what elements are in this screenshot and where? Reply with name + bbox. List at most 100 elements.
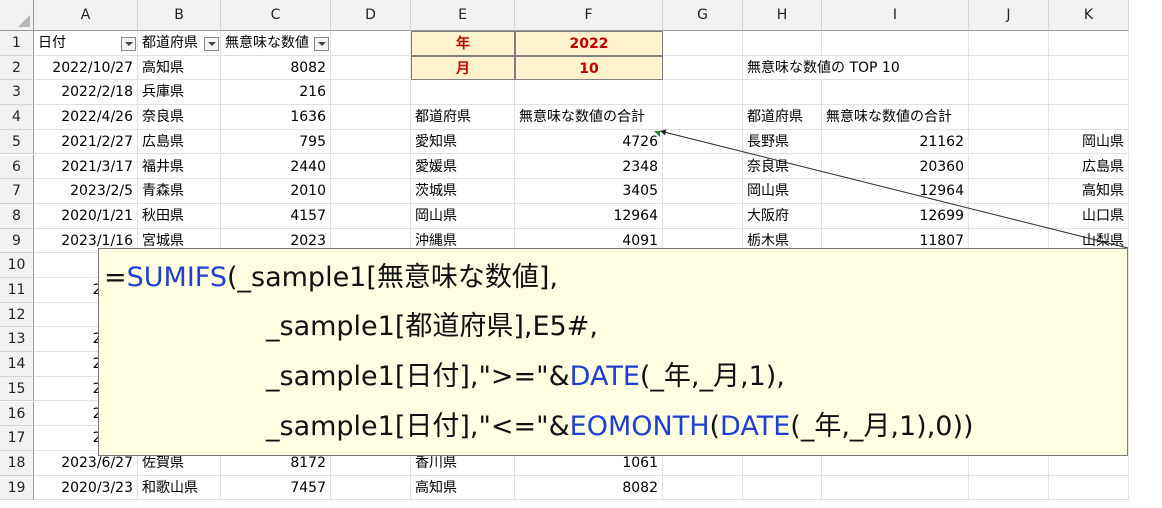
pref-cell[interactable]: 広島県 xyxy=(138,129,221,155)
value-cell[interactable]: 1636 xyxy=(221,105,331,130)
cell-g19[interactable] xyxy=(663,475,743,501)
row-header-9[interactable]: 9 xyxy=(0,228,34,254)
cell-d2[interactable] xyxy=(331,55,411,81)
top-pref-cell[interactable]: 岡山県 xyxy=(743,179,822,204)
top-pref-cell[interactable]: 大阪府 xyxy=(743,203,822,229)
column-header-e[interactable]: E xyxy=(411,0,515,31)
table-header-b1[interactable]: 都道府県 xyxy=(138,31,221,56)
cell-j8[interactable] xyxy=(969,203,1049,229)
table-header-c1[interactable]: 無意味な数値 xyxy=(221,31,331,56)
column-header-j[interactable]: J xyxy=(969,0,1049,31)
column-header-a[interactable]: A xyxy=(34,0,138,31)
sum-total-cell[interactable]: 2348 xyxy=(515,154,663,180)
top-total-cell[interactable]: 12699 xyxy=(822,203,969,229)
year-value[interactable]: 2022 xyxy=(515,31,663,56)
row-header-5[interactable]: 5 xyxy=(0,129,34,155)
year-label[interactable]: 年 xyxy=(411,31,515,56)
top-pref-cell[interactable]: 奈良県 xyxy=(743,154,822,180)
value-cell[interactable]: 4157 xyxy=(221,203,331,229)
value-cell[interactable]: 7457 xyxy=(221,475,331,501)
row-header-6[interactable]: 6 xyxy=(0,154,34,180)
cell-i3[interactable] xyxy=(822,80,969,106)
cell-d1[interactable] xyxy=(331,31,411,56)
table-header-a1[interactable]: 日付 xyxy=(34,31,138,56)
cell-j6[interactable] xyxy=(969,154,1049,180)
cell-i19[interactable] xyxy=(822,475,969,501)
sum-pref-cell[interactable]: 茨城県 xyxy=(411,179,515,204)
sum-total-cell[interactable]: 12964 xyxy=(515,203,663,229)
cell-g5[interactable] xyxy=(663,129,743,155)
value-cell[interactable]: 2440 xyxy=(221,154,331,180)
cell-g1[interactable] xyxy=(663,31,743,56)
cell-h3[interactable] xyxy=(743,80,822,106)
cell-i1[interactable] xyxy=(822,31,969,56)
cell-g2[interactable] xyxy=(663,55,743,81)
cell-d19[interactable] xyxy=(331,475,411,501)
cell-j1[interactable] xyxy=(969,31,1049,56)
row-header-1[interactable]: 1 xyxy=(0,31,34,56)
cell-h1[interactable] xyxy=(743,31,822,56)
row-header-16[interactable]: 16 xyxy=(0,401,34,427)
date-cell[interactable]: 2021/3/17 xyxy=(34,154,138,180)
row-header-19[interactable]: 19 xyxy=(0,475,34,501)
column-header-k[interactable]: K xyxy=(1049,0,1129,31)
pref-cell[interactable]: 奈良県 xyxy=(138,105,221,130)
row-header-10[interactable]: 10 xyxy=(0,253,34,278)
row-header-3[interactable]: 3 xyxy=(0,80,34,106)
cell-g6[interactable] xyxy=(663,154,743,180)
cell-d5[interactable] xyxy=(331,129,411,155)
top-pref-cell[interactable]: 長野県 xyxy=(743,129,822,155)
cell-d8[interactable] xyxy=(331,203,411,229)
top10-header-total[interactable]: 無意味な数値の合計 xyxy=(822,105,969,130)
value-cell[interactable]: 216 xyxy=(221,80,331,106)
summary-header-pref[interactable]: 都道府県 xyxy=(411,105,515,130)
column-header-i[interactable]: I xyxy=(822,0,969,31)
cell-k2[interactable] xyxy=(1049,55,1129,81)
cell-g4[interactable] xyxy=(663,105,743,130)
cell-d6[interactable] xyxy=(331,154,411,180)
sum-total-cell[interactable]: 8082 xyxy=(515,475,663,501)
row-header-12[interactable]: 12 xyxy=(0,302,34,328)
cell-k19[interactable] xyxy=(1049,475,1129,501)
date-cell[interactable]: 2021/2/27 xyxy=(34,129,138,155)
cell-j4[interactable] xyxy=(969,105,1049,130)
value-cell[interactable]: 2010 xyxy=(221,179,331,204)
pref-cell[interactable]: 和歌山県 xyxy=(138,475,221,501)
pref-cell[interactable]: 兵庫県 xyxy=(138,80,221,106)
top-total-cell[interactable]: 21162 xyxy=(822,129,969,155)
cell-j2[interactable] xyxy=(969,55,1049,81)
cell-j7[interactable] xyxy=(969,179,1049,204)
row-header-8[interactable]: 8 xyxy=(0,203,34,229)
column-header-h[interactable]: H xyxy=(743,0,822,31)
top10-title[interactable]: 無意味な数値の TOP 10 xyxy=(743,56,900,81)
cell-g7[interactable] xyxy=(663,179,743,204)
cell-e3[interactable] xyxy=(411,80,515,106)
cell-j5[interactable] xyxy=(969,129,1049,155)
summary-header-total[interactable]: 無意味な数値の合計 xyxy=(515,105,663,130)
column-header-f[interactable]: F xyxy=(515,0,663,31)
row-header-11[interactable]: 11 xyxy=(0,278,34,303)
k-pref-cell[interactable]: 広島県 xyxy=(1049,154,1129,180)
filter-dropdown-icon[interactable] xyxy=(121,37,136,51)
date-cell[interactable]: 2022/10/27 xyxy=(34,55,138,81)
sum-pref-cell[interactable]: 愛媛県 xyxy=(411,154,515,180)
cell-j3[interactable] xyxy=(969,80,1049,106)
row-header-18[interactable]: 18 xyxy=(0,450,34,476)
pref-cell[interactable]: 青森県 xyxy=(138,179,221,204)
pref-cell[interactable]: 秋田県 xyxy=(138,203,221,229)
select-all-corner[interactable] xyxy=(0,0,34,31)
sum-pref-cell[interactable]: 愛知県 xyxy=(411,129,515,155)
row-header-7[interactable]: 7 xyxy=(0,179,34,204)
k-pref-cell[interactable]: 高知県 xyxy=(1049,179,1129,204)
row-header-2[interactable]: 2 xyxy=(0,55,34,81)
row-header-15[interactable]: 15 xyxy=(0,376,34,402)
cell-d7[interactable] xyxy=(331,179,411,204)
cell-k1[interactable] xyxy=(1049,31,1129,56)
date-cell[interactable]: 2022/2/18 xyxy=(34,80,138,106)
row-header-17[interactable]: 17 xyxy=(0,426,34,451)
cell-j19[interactable] xyxy=(969,475,1049,501)
sum-pref-cell[interactable]: 高知県 xyxy=(411,475,515,501)
top-total-cell[interactable]: 20360 xyxy=(822,154,969,180)
month-label[interactable]: 月 xyxy=(411,55,515,81)
month-value[interactable]: 10 xyxy=(515,55,663,81)
